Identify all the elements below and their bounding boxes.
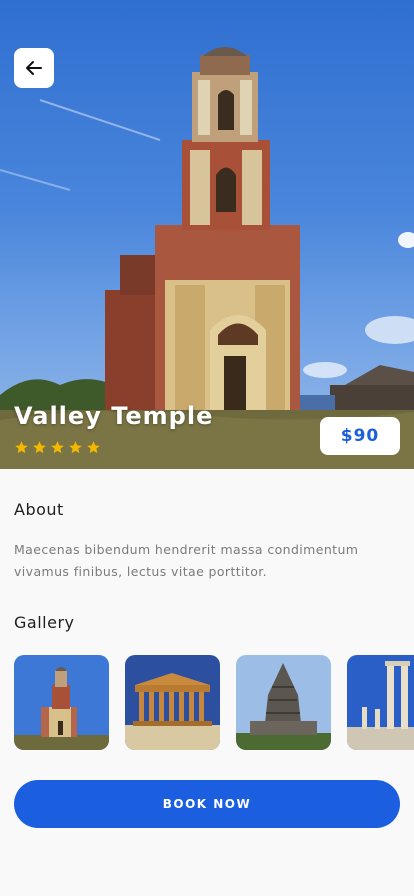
rating-stars — [14, 440, 101, 455]
about-heading: About — [14, 500, 64, 519]
place-title: Valley Temple — [14, 402, 214, 430]
church-tower-photo — [0, 47, 414, 469]
arrow-left-icon — [26, 61, 42, 75]
greek-temple-image — [125, 655, 220, 750]
about-description: Maecenas bibendum hendrerit massa condim… — [14, 542, 359, 579]
gallery-thumb-greek-temple[interactable] — [125, 655, 220, 750]
hindu-temple-image — [236, 655, 331, 750]
bell-tower-image — [14, 655, 109, 750]
gallery-heading: Gallery — [14, 613, 75, 632]
hero-image: Valley Temple $90 — [0, 0, 414, 469]
star-icon — [51, 441, 64, 454]
star-icon — [69, 441, 82, 454]
star-icon — [33, 441, 46, 454]
price-badge: $90 — [320, 417, 400, 455]
gallery-strip[interactable] — [14, 655, 414, 750]
back-button[interactable] — [14, 48, 54, 88]
gallery-thumb-hindu-temple[interactable] — [236, 655, 331, 750]
gallery-thumb-roman-columns[interactable] — [347, 655, 414, 750]
star-icon — [15, 441, 28, 454]
roman-columns-image — [347, 655, 414, 750]
star-icon — [87, 441, 100, 454]
book-now-button[interactable]: BOOK NOW — [14, 780, 400, 828]
gallery-thumb-bell-tower[interactable] — [14, 655, 109, 750]
